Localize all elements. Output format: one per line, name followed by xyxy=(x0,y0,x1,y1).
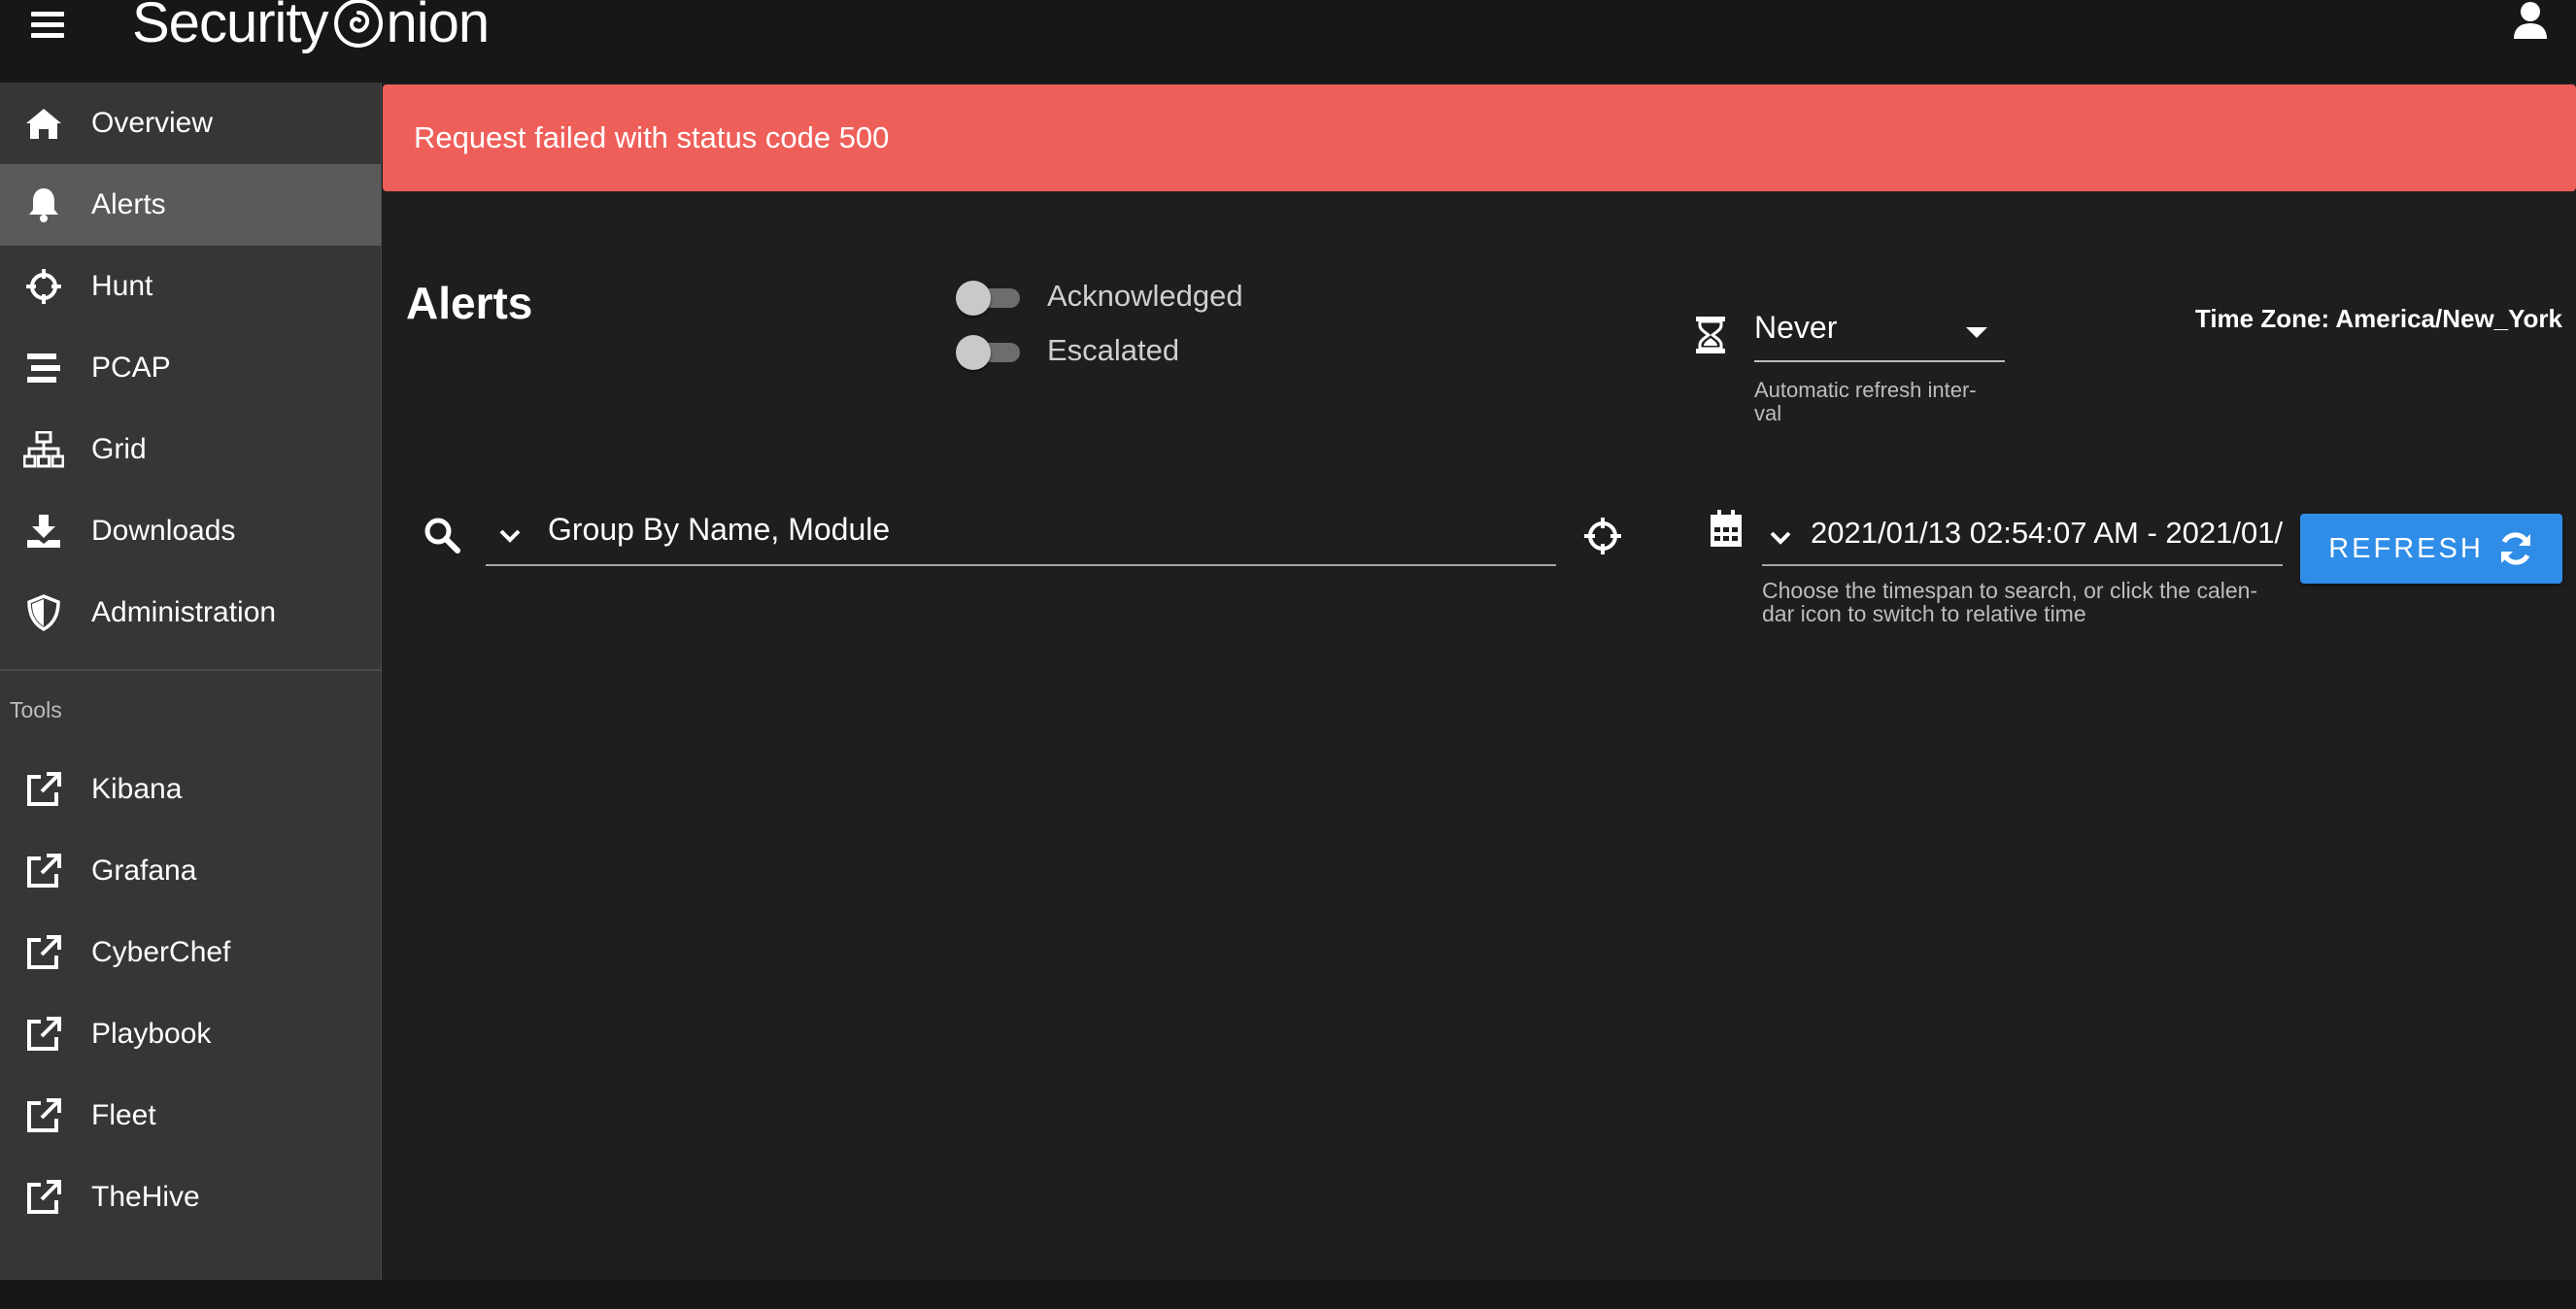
acknowledged-toggle[interactable]: Acknowledged xyxy=(956,279,1243,316)
external-link-icon xyxy=(23,1095,64,1136)
daterange-hint: Choose the timespan to search, or click … xyxy=(1762,578,2258,626)
hourglass-icon xyxy=(1696,317,1725,353)
escalated-switch[interactable] xyxy=(956,333,1024,370)
sidebar-item-label: Downloads xyxy=(91,515,236,547)
download-icon xyxy=(23,511,64,552)
onion-logo-icon xyxy=(333,0,383,48)
tools-subheader: Tools xyxy=(10,696,62,722)
sidebar-item-label: TheHive xyxy=(91,1181,200,1213)
acknowledged-label: Acknowledged xyxy=(1047,279,1243,313)
bottom-bar xyxy=(0,1280,2576,1309)
sidebar-item-playbook[interactable]: Playbook xyxy=(0,993,381,1075)
sidebar-item-label: Playbook xyxy=(91,1018,212,1050)
sitemap-icon xyxy=(23,429,64,470)
crosshairs-icon[interactable] xyxy=(1583,517,1622,555)
search-icon[interactable] xyxy=(424,517,460,554)
chevron-down-icon[interactable] xyxy=(497,523,523,549)
refresh-button[interactable]: REFRESH xyxy=(2300,514,2562,584)
external-link-icon xyxy=(23,769,64,810)
page-title: Alerts xyxy=(406,278,533,328)
sync-icon xyxy=(2500,532,2530,565)
logo-text-left: Security xyxy=(132,0,329,54)
sidebar-item-label: Fleet xyxy=(91,1099,156,1131)
navigation-drawer: Overview Alerts Hunt PCAP Grid Downloads… xyxy=(0,83,382,1280)
sidebar-item-administration[interactable]: Administration xyxy=(0,572,381,654)
escalated-label: Escalated xyxy=(1047,333,1180,367)
daterange-value: 2021/01/13 02:54:07 AM - 2021/01/14 02:5… xyxy=(1811,516,2283,550)
user-account-icon[interactable] xyxy=(2512,0,2549,43)
sidebar-item-kibana[interactable]: Kibana xyxy=(0,749,381,830)
sidebar-item-grafana[interactable]: Grafana xyxy=(0,830,381,912)
sidebar-item-thehive[interactable]: TheHive xyxy=(0,1157,381,1238)
external-link-icon xyxy=(23,1014,64,1055)
menu-icon[interactable] xyxy=(29,6,68,45)
escalated-toggle[interactable]: Escalated xyxy=(956,333,1180,370)
daterange-input[interactable]: 2021/01/13 02:54:07 AM - 2021/01/14 02:5… xyxy=(1762,496,2283,566)
sidebar-item-label: Hunt xyxy=(91,270,153,302)
sidebar-item-label: Alerts xyxy=(91,188,166,220)
dropdown-caret-icon xyxy=(1966,327,1987,338)
error-banner: Request failed with status code 500 xyxy=(383,84,2576,191)
refresh-button-label: REFRESH xyxy=(2328,532,2484,564)
sidebar-item-cyberchef[interactable]: CyberChef xyxy=(0,912,381,993)
sidebar-item-label: Administration xyxy=(91,596,277,628)
sidebar-item-label: Kibana xyxy=(91,773,183,805)
chevron-down-icon[interactable] xyxy=(1768,525,1793,551)
sidebar-item-label: PCAP xyxy=(91,352,171,384)
calendar-icon[interactable] xyxy=(1710,510,1743,549)
main-content: Request failed with status code 500 Aler… xyxy=(383,83,2576,1280)
sidebar-item-pcap[interactable]: PCAP xyxy=(0,327,381,409)
sidebar-item-label: Grid xyxy=(91,433,147,465)
security-onion-logo[interactable]: Security nion xyxy=(132,0,491,56)
auto-refresh-hint: Automatic refresh inter- val xyxy=(1754,378,1977,425)
timezone-label: Time Zone: America/New_York xyxy=(2194,304,2562,333)
home-icon xyxy=(23,103,64,144)
sidebar-item-hunt[interactable]: Hunt xyxy=(0,246,381,327)
sidebar-item-grid[interactable]: Grid xyxy=(0,409,381,490)
crosshairs-icon xyxy=(23,266,64,307)
query-value: Group By Name, Module xyxy=(548,512,891,547)
external-link-icon xyxy=(23,851,64,891)
auto-refresh-select[interactable]: Never xyxy=(1754,298,2005,362)
top-app-bar: Security nion xyxy=(0,0,2576,83)
acknowledged-switch[interactable] xyxy=(956,279,1024,316)
sidebar-item-overview[interactable]: Overview xyxy=(0,83,381,164)
logo-text-right: nion xyxy=(386,0,491,54)
shield-icon xyxy=(23,592,64,633)
error-message: Request failed with status code 500 xyxy=(414,120,890,154)
sidebar-item-label: CyberChef xyxy=(91,936,231,968)
query-input[interactable]: Group By Name, Module xyxy=(486,496,1556,566)
external-link-icon xyxy=(23,1177,64,1218)
bell-icon xyxy=(23,185,64,225)
auto-refresh-value: Never xyxy=(1754,310,1838,345)
sidebar-item-fleet[interactable]: Fleet xyxy=(0,1075,381,1157)
stream-icon xyxy=(23,348,64,388)
sidebar-item-label: Overview xyxy=(91,107,214,139)
external-link-icon xyxy=(23,932,64,973)
sidebar-item-downloads[interactable]: Downloads xyxy=(0,490,381,572)
sidebar-item-label: Grafana xyxy=(91,855,197,887)
sidebar-item-alerts[interactable]: Alerts xyxy=(0,164,381,246)
